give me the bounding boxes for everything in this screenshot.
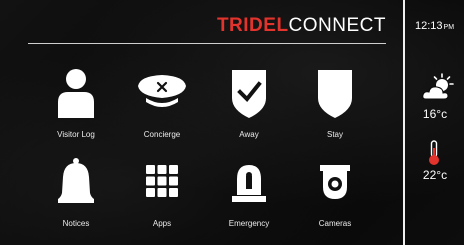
tile-label: Concierge [143, 130, 181, 139]
clock: 12:13PM [415, 20, 454, 32]
camera-icon [320, 165, 350, 199]
indoor-climate[interactable] [427, 140, 441, 171]
tile-apps[interactable]: Apps [117, 157, 207, 237]
apps-grid-icon [146, 165, 178, 197]
tile-notices[interactable]: Notices [31, 157, 121, 237]
tile-concierge[interactable]: Concierge [117, 68, 207, 148]
person-icon [58, 69, 94, 118]
thermometer-icon [429, 140, 439, 165]
tile-emergency[interactable]: Emergency [204, 157, 294, 237]
outdoor-temp: 16°c [422, 107, 448, 121]
logo-suffix: CONNECT [288, 15, 386, 36]
clock-ampm: PM [443, 24, 455, 31]
tile-label: Visitor Log [57, 130, 95, 139]
header-divider [28, 43, 386, 44]
clock-time: 12:13 [415, 20, 443, 32]
tile-cameras[interactable]: Cameras [290, 157, 380, 237]
shield-check-icon [232, 70, 266, 118]
tile-label: Away [239, 130, 259, 139]
siren-icon [232, 165, 266, 202]
tile-label: Notices [62, 219, 90, 228]
tile-stay[interactable]: Stay [290, 68, 380, 148]
tridel-connect-logo: TRIDEL CONNECT [216, 15, 386, 36]
tile-label: Stay [326, 130, 343, 139]
concierge-hat-icon [138, 75, 186, 107]
main-panel: TRIDEL CONNECT Visitor Log Concierge Away… [0, 0, 404, 245]
tile-label: Emergency [228, 219, 270, 228]
tile-label: Apps [152, 219, 172, 228]
tile-visitor-log[interactable]: Visitor Log [31, 68, 121, 148]
tile-away[interactable]: Away [204, 68, 294, 148]
tile-label: Cameras [318, 219, 352, 228]
logo-brand: TRIDEL [216, 15, 289, 36]
status-sidebar: 12:13PM 16°c 22°c [405, 0, 464, 245]
shield-icon [318, 70, 352, 118]
bell-icon [58, 158, 94, 203]
indoor-temp: 22°c [422, 168, 448, 182]
partly-cloudy-icon [422, 73, 454, 100]
